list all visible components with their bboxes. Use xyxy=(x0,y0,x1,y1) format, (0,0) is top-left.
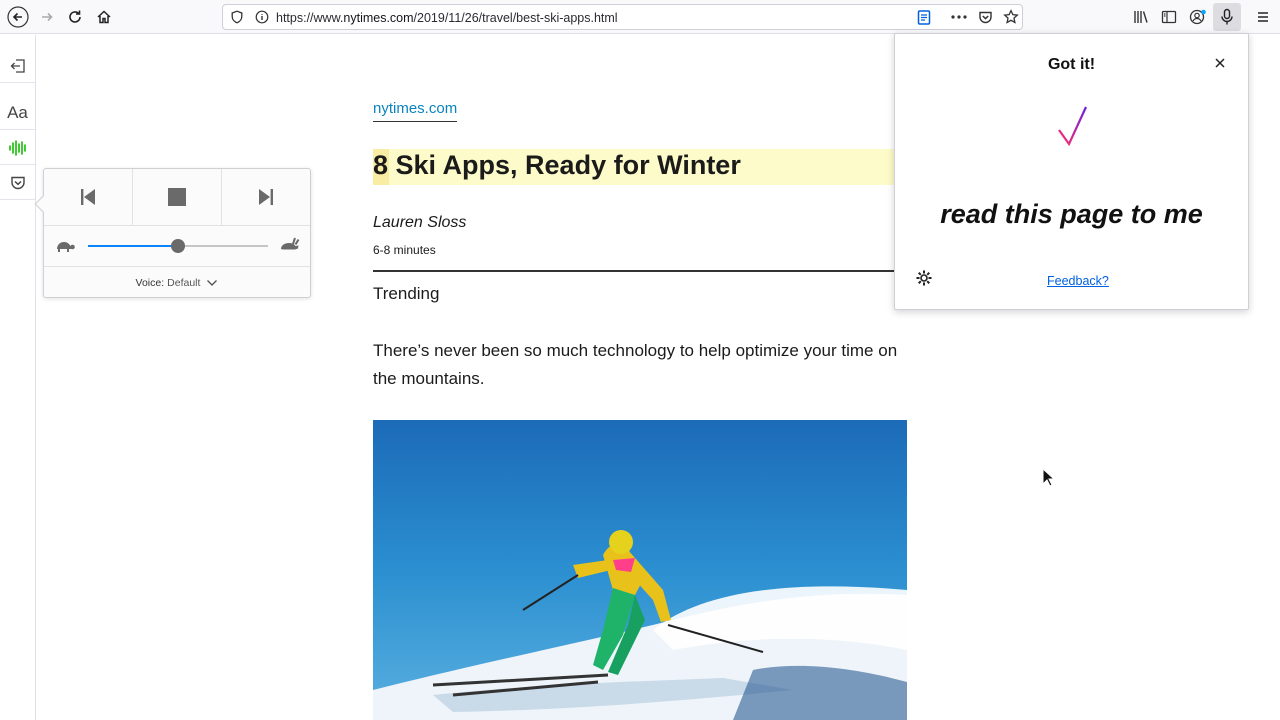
gear-icon[interactable] xyxy=(915,269,933,287)
close-icon xyxy=(1215,58,1225,68)
hamburger-menu-icon xyxy=(1258,12,1268,22)
turtle-slow-icon xyxy=(57,242,75,252)
account-icon xyxy=(1189,9,1206,25)
library-icon xyxy=(1134,11,1148,23)
voice-assistant-popup: Got it! read this page to me Feedback? xyxy=(894,33,1249,310)
home-button[interactable] xyxy=(92,5,116,29)
feedback-link[interactable]: Feedback? xyxy=(1047,274,1109,288)
type-controls-label: Aa xyxy=(7,102,28,122)
info-icon[interactable] xyxy=(255,10,269,24)
voice-label: Voice: xyxy=(135,277,165,289)
section-label: Trending xyxy=(373,284,440,303)
stop-icon xyxy=(168,188,186,206)
pocket-icon xyxy=(10,176,25,189)
star-icon[interactable] xyxy=(1003,9,1019,25)
sidebar-icon xyxy=(1161,10,1177,24)
url-text[interactable]: https://www.nytimes.com/2019/11/26/trave… xyxy=(276,11,618,25)
back-arrow-icon xyxy=(7,6,29,28)
speed-slider-track[interactable] xyxy=(88,239,268,253)
popup-status: Got it! xyxy=(1047,56,1096,73)
speed-row xyxy=(44,227,310,266)
url-host: nytimes.com xyxy=(343,11,414,25)
sidebar-toggle-button[interactable] xyxy=(1157,5,1181,29)
skip-back-icon xyxy=(81,189,95,205)
voice-value: Default xyxy=(167,277,201,289)
read-time: 6-8 minutes xyxy=(373,243,436,257)
exit-reader-icon xyxy=(10,58,25,73)
voice-button[interactable] xyxy=(1213,3,1241,31)
narrate-button[interactable] xyxy=(0,131,35,165)
voice-selector[interactable]: Voice: Default xyxy=(44,266,310,299)
url-prefix: https://www. xyxy=(276,11,344,25)
narrate-panel: Voice: Default xyxy=(34,168,311,299)
skier-photo xyxy=(373,420,907,720)
rabbit-fast-icon xyxy=(281,237,300,250)
url-bar[interactable]: https://www.nytimes.com/2019/11/26/trave… xyxy=(222,4,1023,30)
close-reader-button[interactable] xyxy=(0,49,35,83)
article-intro: There’s never been so much technology to… xyxy=(373,341,898,388)
more-dots-icon[interactable] xyxy=(950,10,968,24)
next-paragraph-button[interactable] xyxy=(222,169,310,226)
microphone-icon xyxy=(1221,8,1233,25)
reader-view-icon[interactable] xyxy=(917,10,931,25)
narrate-waveform-icon xyxy=(8,139,26,156)
recognized-phrase: read this page to me xyxy=(940,199,1203,229)
library-button[interactable] xyxy=(1129,5,1153,29)
back-button[interactable] xyxy=(6,5,30,29)
chevron-down-icon xyxy=(207,280,218,286)
type-controls-button[interactable]: Aa xyxy=(0,96,35,130)
popup-close-button[interactable] xyxy=(1210,53,1230,73)
home-icon xyxy=(97,10,111,24)
article-author: Lauren Sloss xyxy=(373,214,467,231)
skip-forward-icon xyxy=(259,189,273,205)
header-divider xyxy=(373,270,907,272)
pocket-icon[interactable] xyxy=(978,10,993,25)
save-to-pocket-button[interactable] xyxy=(0,166,35,200)
checkmark-icon xyxy=(1058,106,1087,147)
mouse-cursor-icon xyxy=(1042,468,1056,487)
stop-button[interactable] xyxy=(133,169,222,226)
forward-arrow-icon xyxy=(42,12,53,22)
skier-illustration xyxy=(373,420,907,720)
reload-button[interactable] xyxy=(63,5,87,29)
speed-slider-thumb[interactable] xyxy=(171,239,185,253)
article-domain-link[interactable]: nytimes.com xyxy=(373,100,458,122)
shield-icon[interactable] xyxy=(230,10,244,24)
reader-sidebar: Aa xyxy=(0,35,36,720)
article-title: 8 Ski Apps, Ready for Winter xyxy=(373,150,741,180)
reload-icon xyxy=(69,10,81,23)
forward-button[interactable] xyxy=(35,5,59,29)
browser-toolbar: https://www.nytimes.com/2019/11/26/trave… xyxy=(0,0,1280,34)
previous-paragraph-button[interactable] xyxy=(44,169,133,226)
speed-slider-fill xyxy=(88,245,178,247)
account-button[interactable] xyxy=(1186,5,1210,29)
url-path: /2019/11/26/travel/best-ski-apps.html xyxy=(413,11,618,25)
menu-button[interactable] xyxy=(1251,5,1275,29)
